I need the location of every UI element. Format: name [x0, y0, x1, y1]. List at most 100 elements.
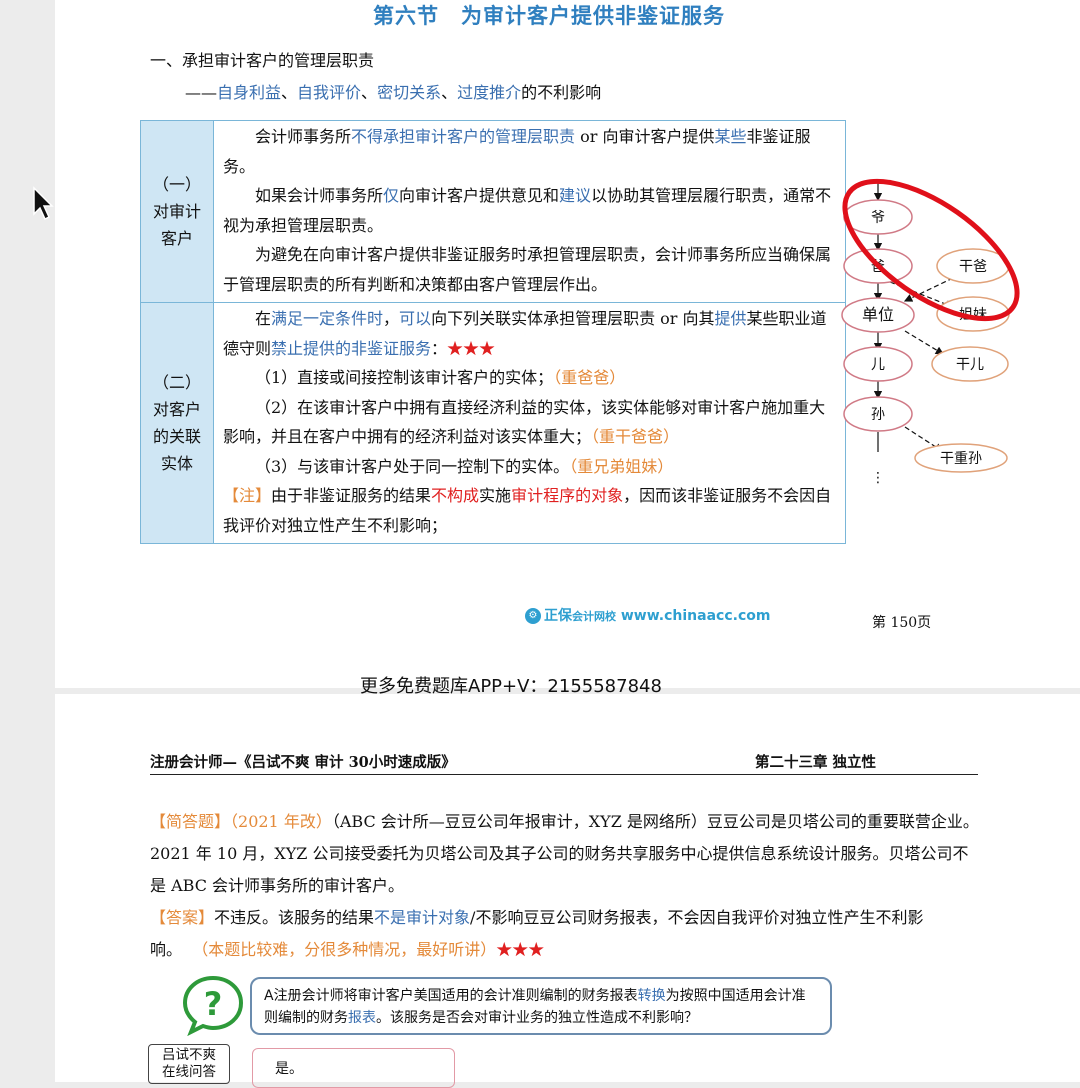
emphasis: 提供 [714, 309, 747, 328]
text: 。该服务是否会对审计业务的独立性造成不利影响？ [376, 1010, 698, 1026]
threat-item: 过度推介 [457, 83, 522, 102]
badge-line: 吕试不爽 [162, 1047, 216, 1063]
emphasis: 审计程序的对象 [511, 486, 624, 505]
text: A注册会计师将审计客户美国适用的会计准则编制的财务报表 [264, 988, 638, 1004]
sep: 、 [361, 83, 378, 102]
header-rule [150, 774, 978, 775]
entity-relationship-diagram: 爷 爸 干爸 单位 姐妹 儿 干儿 孙 干重孙 ⋮ [841, 178, 1020, 486]
threat-item: 密切关系 [377, 83, 442, 102]
emphasis: 不得承担审计客户的管理层职责 [351, 127, 576, 146]
page-number: 第 150页 [872, 615, 932, 631]
list-item: （3）与该审计客户处于同一控制下的实体。（重兄弟姐妹） [223, 452, 839, 482]
node-label: 爷 [871, 210, 885, 226]
heading-management-duties: 一、承担审计客户的管理层职责 [150, 51, 375, 70]
logo-text: 正保 [544, 608, 572, 624]
text: 如果会计师事务所 [255, 186, 384, 205]
text: （3）与该审计客户处于同一控制下的实体。 [255, 456, 570, 476]
emphasis: 报表 [348, 1010, 376, 1026]
question: 【简答题】（2021 年改）（ABC 会计所—豆豆公司年报审计，XYZ 是网络所… [150, 806, 980, 902]
node-label: 干重孙 [940, 451, 982, 467]
stars-rating: ★★★ [447, 338, 496, 358]
node-label: 单位 [862, 305, 894, 324]
note: 【注】由于非鉴证服务的结果不构成实施审计程序的对象，因而该非鉴证服务不会因自我评… [223, 481, 839, 540]
answer-tag: 【答案】 [150, 908, 215, 927]
dash: —— [185, 83, 217, 102]
logo-sub: 会计网校 [572, 610, 616, 623]
text: 向审计客户提供意见和 [399, 186, 560, 205]
answer: 【答案】不违反。该服务的结果不是审计对象/不影响豆豆公司财务报表，不会因自我评价… [150, 902, 980, 966]
text: 不违反。该服务的结果 [214, 908, 375, 927]
sep: 、 [441, 83, 458, 102]
text: （2）在该审计客户中拥有直接经济利益的实体，该实体能够对审计客户施加重大影响，并… [223, 397, 826, 447]
emphasis: 禁止提供的非鉴证服务 [271, 338, 432, 358]
label-line: （一） [152, 175, 201, 194]
table-row-related-entity: （二） 对客户 的关联 实体 在满足一定条件时，可以向下列关联实体承担管理层职责… [140, 302, 846, 544]
mnemonic: （重兄弟姐妹） [569, 456, 674, 476]
mnemonic: （重爸爸） [553, 368, 626, 387]
sep: 、 [281, 83, 298, 102]
text: 实施 [479, 486, 512, 505]
threat-item: 自我评价 [297, 83, 362, 102]
question-mark-icon: ? [182, 975, 244, 1036]
node-label: 孙 [871, 407, 885, 423]
answer-box: 是。 [252, 1048, 455, 1088]
running-header-right: 第二十三章 独立性 [755, 754, 877, 771]
list-item: （2）在该审计客户中拥有直接经济利益的实体，该实体能够对审计客户施加重大影响，并… [223, 393, 839, 452]
question-tag: 【简答题】 [150, 812, 231, 831]
duties-table: （一） 对审计 客户 会计师事务所不得承担审计客户的管理层职责 or 向审计客户… [140, 120, 846, 544]
label-line: 的关联 [152, 427, 201, 446]
question-year: （2021 年改） [230, 812, 332, 831]
node-label: 干爸 [959, 259, 987, 275]
heading-suffix: 的不利影响 [521, 83, 602, 102]
label-line: 对客户 [152, 400, 201, 419]
logo-url: www.chinaacc.com [620, 608, 771, 624]
note-tag: 【注】 [223, 486, 272, 505]
emphasis: 不构成 [431, 486, 480, 505]
emphasis: 仅 [383, 186, 400, 205]
text: ： [431, 338, 448, 358]
svg-text:?: ? [204, 985, 223, 1023]
emphasis: 某些 [714, 127, 747, 146]
emphasis: 建议 [559, 186, 592, 205]
label-line: 实体 [160, 454, 193, 473]
text: 由于非鉴证服务的结果 [271, 486, 432, 505]
text: ， [383, 309, 400, 328]
answer-note: （本题比较难，分很多种情况，最好听讲） [192, 940, 497, 959]
running-header-left: 注册会计师—《吕试不爽 审计 30小时速成版》 [150, 754, 456, 771]
heading-threats: ——自身利益、自我评价、密切关系、过度推介的不利影响 [185, 79, 601, 103]
list-item: （1）直接或间接控制该审计客户的实体；（重爸爸） [223, 363, 839, 393]
text: 在 [255, 309, 272, 328]
node-label: 干儿 [956, 357, 984, 373]
mnemonic: （重干爸爸） [591, 427, 680, 446]
emphasis: 转换 [637, 988, 666, 1004]
practice-question-bubble: A注册会计师将审计客户美国适用的会计准则编制的财务报表转换为按照中国适用会计准则… [250, 977, 832, 1035]
table-row-audit-client: （一） 对审计 客户 会计师事务所不得承担审计客户的管理层职责 or 向审计客户… [140, 120, 846, 303]
row-label-related-entity: （二） 对客户 的关联 实体 [140, 302, 214, 544]
page-150: 第六节 为审计客户提供非鉴证服务 一、承担审计客户的管理层职责 ——自身利益、自… [55, 0, 1080, 688]
stars-rating: ★★★ [496, 940, 545, 959]
text: （1）直接或间接控制该审计客户的实体； [255, 368, 554, 387]
emphasis: 可以 [399, 309, 432, 328]
question-block: 【简答题】（2021 年改）（ABC 会计所—豆豆公司年报审计，XYZ 是网络所… [150, 806, 980, 966]
diagram-ellipsis: ⋮ [871, 470, 885, 486]
label-line: 客户 [160, 229, 193, 248]
chinaacc-logo: ⚙ 正保会计网校 www.chinaacc.com [525, 605, 770, 625]
text: 会计师事务所 [255, 127, 352, 146]
logo-icon: ⚙ [525, 608, 541, 624]
mouse-cursor-icon [33, 186, 54, 221]
node-label: 儿 [871, 357, 885, 373]
paragraph: 如果会计师事务所仅向审计客户提供意见和建议以协助其管理层履行职责，通常不视为承担… [223, 181, 839, 240]
row-label-audit-client: （一） 对审计 客户 [140, 120, 214, 303]
threat-item: 自身利益 [217, 83, 282, 102]
paragraph: 会计师事务所不得承担审计客户的管理层职责 or 向审计客户提供某些非鉴证服务。 [223, 122, 839, 181]
paragraph: 为避免在向审计客户提供非鉴证服务时承担管理层职责，会计师事务所应当确保属于管理层… [223, 245, 832, 294]
emphasis: 满足一定条件时 [271, 309, 384, 328]
row-content-related-entity: 在满足一定条件时，可以向下列关联实体承担管理层职责 or 向其提供某些职业道德守… [213, 302, 846, 544]
page-151: 注册会计师—《吕试不爽 审计 30小时速成版》 第二十三章 独立性 【简答题】（… [55, 694, 1080, 1088]
badge-line: 在线问答 [162, 1064, 216, 1080]
text: 向下列关联实体承担管理层职责 or 向其 [431, 309, 715, 328]
label-line: 对审计 [152, 202, 201, 221]
emphasis: 不是审计对象 [374, 908, 471, 927]
qa-badge: 吕试不爽 在线问答 [148, 1044, 230, 1084]
arrow [904, 330, 945, 355]
